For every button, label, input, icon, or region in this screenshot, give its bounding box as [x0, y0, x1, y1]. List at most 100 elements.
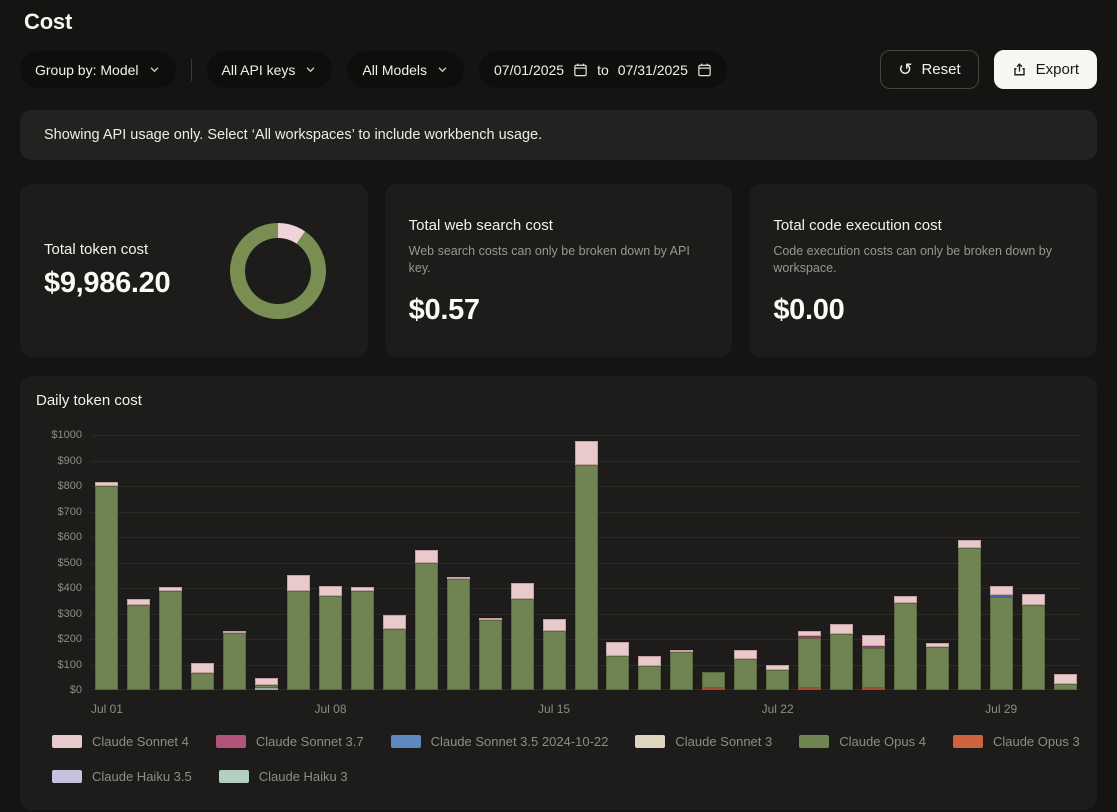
bar-segment-claude-opus-4[interactable]	[862, 648, 885, 688]
stacked-bar-jul-07[interactable]	[287, 575, 310, 690]
bar-segment-claude-opus-4[interactable]	[926, 647, 949, 690]
bar-segment-claude-opus-4[interactable]	[287, 591, 310, 690]
bar-segment-claude-sonnet-4[interactable]	[958, 540, 981, 548]
bar-segment-claude-opus-4[interactable]	[670, 652, 693, 690]
stacked-bar-jul-05[interactable]	[223, 631, 246, 690]
bar-segment-claude-opus-4[interactable]	[159, 591, 182, 690]
bar-slot	[602, 435, 634, 690]
api-keys-dropdown[interactable]: All API keys	[207, 51, 333, 88]
bar-segment-claude-sonnet-4[interactable]	[830, 624, 853, 634]
bar-segment-claude-sonnet-4[interactable]	[1022, 594, 1045, 605]
bar-segment-claude-sonnet-4[interactable]	[1054, 674, 1077, 684]
bar-segment-claude-sonnet-4[interactable]	[191, 663, 214, 673]
x-axis-tick-label: Jul 15	[538, 702, 570, 716]
date-range-picker[interactable]: 07/01/2025 to 07/31/2025	[479, 51, 727, 88]
group-by-dropdown[interactable]: Group by: Model	[20, 51, 176, 88]
web-search-value: $0.57	[409, 294, 480, 327]
stacked-bar-jul-09[interactable]	[351, 587, 374, 690]
bar-segment-claude-sonnet-4[interactable]	[511, 583, 534, 599]
stacked-bar-jul-11[interactable]	[415, 550, 438, 690]
bar-segment-claude-opus-3[interactable]	[702, 688, 725, 690]
stacked-bar-jul-16[interactable]	[575, 441, 598, 690]
bar-segment-claude-opus-4[interactable]	[734, 659, 757, 690]
bar-segment-claude-sonnet-4[interactable]	[638, 656, 661, 666]
stacked-bar-jul-21[interactable]	[734, 650, 757, 690]
bar-segment-claude-sonnet-4[interactable]	[606, 642, 629, 656]
calendar-icon[interactable]	[573, 62, 588, 77]
bar-segment-claude-opus-4[interactable]	[351, 591, 374, 690]
bar-segment-claude-sonnet-4[interactable]	[383, 615, 406, 629]
stacked-bar-jul-12[interactable]	[447, 577, 470, 690]
bar-segment-claude-opus-4[interactable]	[127, 605, 150, 690]
stacked-bar-jul-06[interactable]	[255, 678, 278, 690]
stacked-bar-jul-19[interactable]	[670, 650, 693, 690]
bar-segment-claude-opus-4[interactable]	[415, 563, 438, 690]
bar-segment-claude-sonnet-4[interactable]	[575, 441, 598, 465]
bar-segment-claude-opus-4[interactable]	[830, 634, 853, 690]
stacked-bar-jul-15[interactable]	[543, 619, 566, 690]
bar-segment-claude-sonnet-4[interactable]	[734, 650, 757, 659]
stacked-bar-jul-26[interactable]	[894, 596, 917, 690]
bar-segment-claude-sonnet-4[interactable]	[894, 596, 917, 603]
stacked-bar-jul-08[interactable]	[319, 586, 342, 690]
stacked-bar-jul-24[interactable]	[830, 624, 853, 690]
export-button[interactable]: Export	[994, 50, 1097, 89]
stacked-bar-jul-30[interactable]	[1022, 594, 1045, 690]
bar-segment-claude-opus-4[interactable]	[575, 465, 598, 690]
stacked-bar-jul-27[interactable]	[926, 643, 949, 690]
date-start-input[interactable]: 07/01/2025	[494, 62, 564, 78]
legend-swatch	[391, 735, 421, 748]
stacked-bar-jul-25[interactable]	[862, 635, 885, 690]
bar-segment-claude-opus-3[interactable]	[798, 688, 821, 690]
stacked-bar-jul-17[interactable]	[606, 642, 629, 690]
date-end-input[interactable]: 07/31/2025	[618, 62, 688, 78]
bar-segment-claude-sonnet-4[interactable]	[415, 550, 438, 563]
bar-segment-claude-opus-4[interactable]	[383, 629, 406, 690]
bar-segment-claude-opus-4[interactable]	[958, 548, 981, 690]
bar-segment-claude-opus-4[interactable]	[543, 631, 566, 690]
bar-segment-claude-opus-4[interactable]	[798, 638, 821, 688]
bar-segment-claude-sonnet-4[interactable]	[287, 575, 310, 591]
bar-segment-claude-opus-4[interactable]	[479, 620, 502, 690]
stacked-bar-jul-31[interactable]	[1054, 674, 1077, 690]
stacked-bar-jul-22[interactable]	[766, 665, 789, 690]
bar-segment-claude-opus-4[interactable]	[1022, 605, 1045, 690]
bar-segment-claude-opus-4[interactable]	[191, 673, 214, 690]
reset-button[interactable]: ↺ Reset	[880, 50, 978, 89]
stacked-bar-jul-23[interactable]	[798, 631, 821, 690]
calendar-icon[interactable]	[697, 62, 712, 77]
bar-segment-claude-opus-4[interactable]	[1054, 684, 1077, 690]
legend-swatch	[635, 735, 665, 748]
bar-segment-claude-opus-4[interactable]	[511, 599, 534, 690]
stacked-bar-jul-10[interactable]	[383, 615, 406, 690]
stacked-bar-jul-04[interactable]	[191, 663, 214, 690]
bar-segment-claude-opus-4[interactable]	[319, 596, 342, 690]
bar-segment-claude-opus-4[interactable]	[95, 486, 118, 690]
bar-segment-claude-sonnet-4[interactable]	[255, 678, 278, 685]
bar-segment-claude-sonnet-4[interactable]	[543, 619, 566, 630]
stacked-bar-jul-28[interactable]	[958, 540, 981, 690]
bar-segment-claude-opus-4[interactable]	[606, 656, 629, 690]
stacked-bar-jul-02[interactable]	[127, 599, 150, 690]
bar-segment-claude-haiku-3[interactable]	[255, 688, 278, 690]
models-dropdown[interactable]: All Models	[347, 51, 464, 88]
bar-segment-claude-opus-4[interactable]	[638, 666, 661, 690]
bar-segment-claude-sonnet-4[interactable]	[319, 586, 342, 596]
bar-segment-claude-opus-4[interactable]	[766, 670, 789, 690]
bar-segment-claude-opus-4[interactable]	[990, 597, 1013, 690]
stacked-bar-jul-29[interactable]	[990, 586, 1013, 690]
bar-segment-claude-opus-4[interactable]	[223, 633, 246, 690]
stacked-bar-jul-03[interactable]	[159, 587, 182, 690]
bar-segment-claude-sonnet-4[interactable]	[862, 635, 885, 645]
bar-segment-claude-opus-4[interactable]	[447, 579, 470, 690]
bar-segment-claude-opus-4[interactable]	[894, 603, 917, 690]
bar-segment-claude-opus-4[interactable]	[702, 672, 725, 688]
stacked-bar-jul-20[interactable]	[702, 672, 725, 690]
bar-segment-claude-sonnet-4[interactable]	[990, 586, 1013, 595]
stacked-bar-jul-14[interactable]	[511, 583, 534, 690]
stacked-bar-jul-01[interactable]	[95, 482, 118, 690]
stacked-bar-jul-18[interactable]	[638, 656, 661, 690]
export-label: Export	[1036, 61, 1079, 78]
stacked-bar-jul-13[interactable]	[479, 618, 502, 690]
bar-segment-claude-opus-3[interactable]	[862, 688, 885, 690]
